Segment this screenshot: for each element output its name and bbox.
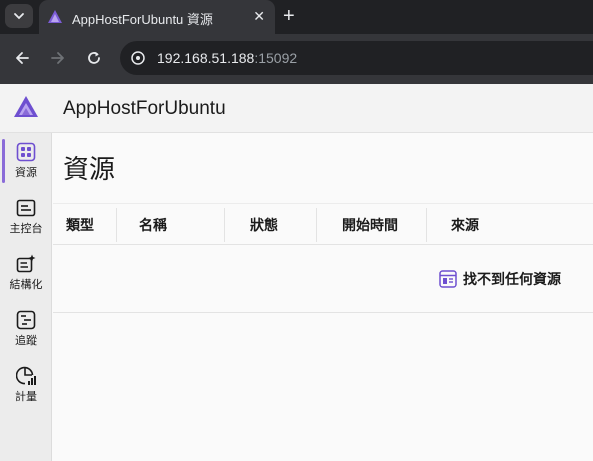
site-info-icon[interactable]	[130, 50, 146, 66]
column-divider[interactable]	[426, 208, 427, 242]
reload-button[interactable]	[83, 47, 105, 69]
aspire-logo-icon	[48, 10, 62, 23]
back-button[interactable]	[11, 47, 33, 69]
column-divider[interactable]	[316, 208, 317, 242]
new-tab-button[interactable]: +	[283, 5, 295, 27]
empty-state: 找不到任何資源	[439, 269, 561, 289]
sidebar-item-label: 追蹤	[15, 335, 37, 347]
url-host: 192.168.51.188	[157, 50, 255, 66]
browser-toolbar: 192.168.51.188:15092	[0, 34, 593, 84]
tab-search-button[interactable]	[5, 4, 33, 28]
sidebar-item-label: 主控台	[9, 223, 43, 235]
reload-icon	[88, 52, 100, 64]
sidebar-item-traces[interactable]: 追蹤	[0, 301, 52, 355]
traces-icon	[16, 310, 36, 330]
browser-tab[interactable]: AppHostForUbuntu 資源 ✕	[39, 0, 275, 34]
tab-title: AppHostForUbuntu 資源	[72, 12, 213, 27]
column-divider[interactable]	[116, 208, 117, 242]
sidebar-item-label: 計量	[15, 391, 37, 403]
empty-message: 找不到任何資源	[463, 272, 561, 288]
app-title: AppHostForUbuntu	[63, 98, 226, 119]
address-bar[interactable]: 192.168.51.188:15092	[120, 41, 593, 75]
metrics-icon	[16, 366, 36, 385]
sidebar-item-label: 資源	[15, 167, 37, 179]
page-title: 資源	[63, 155, 116, 185]
back-arrow-icon	[16, 52, 29, 64]
console-icon	[16, 199, 36, 217]
column-header-start-time[interactable]: 開始時間	[342, 204, 398, 246]
column-header-state[interactable]: 狀態	[250, 204, 278, 246]
app-header: AppHostForUbuntu	[0, 84, 593, 133]
sidebar-item-resources[interactable]: 資源	[0, 133, 52, 187]
sidebar-item-structured[interactable]: 結構化	[0, 245, 52, 299]
structured-logs-icon	[16, 254, 36, 273]
column-divider[interactable]	[224, 208, 225, 242]
resources-grid-empty-row: 找不到任何資源	[53, 245, 593, 313]
forward-button[interactable]	[47, 47, 69, 69]
aspire-logo-icon	[14, 96, 38, 117]
chevron-down-icon	[14, 13, 24, 20]
url-text[interactable]: 192.168.51.188:15092	[157, 50, 297, 66]
sidebar-item-label: 結構化	[9, 279, 43, 291]
resources-grid-icon	[16, 142, 36, 162]
url-port: :15092	[254, 50, 298, 66]
resources-grid-header: 類型 名稱 狀態 開始時間 來源	[53, 203, 593, 245]
column-header-name[interactable]: 名稱	[139, 204, 167, 246]
browser-tabstrip: AppHostForUbuntu 資源 ✕ +	[0, 0, 593, 34]
sidebar-nav: 資源 主控台 結構化 追蹤 計量	[0, 133, 52, 461]
column-header-source[interactable]: 來源	[451, 204, 479, 246]
app-window: AppHostForUbuntu 資源 主控台 結構化 追蹤 計量 資源 類型 …	[0, 84, 593, 461]
sidebar-item-metrics[interactable]: 計量	[0, 357, 52, 411]
forward-arrow-icon	[51, 52, 64, 64]
close-tab-icon[interactable]: ✕	[253, 8, 265, 24]
sidebar-item-console[interactable]: 主控台	[0, 189, 52, 243]
column-header-type[interactable]: 類型	[66, 204, 94, 246]
empty-resources-icon	[439, 270, 457, 288]
main-content: 資源 類型 名稱 狀態 開始時間 來源 找不到任何資源	[53, 133, 593, 461]
